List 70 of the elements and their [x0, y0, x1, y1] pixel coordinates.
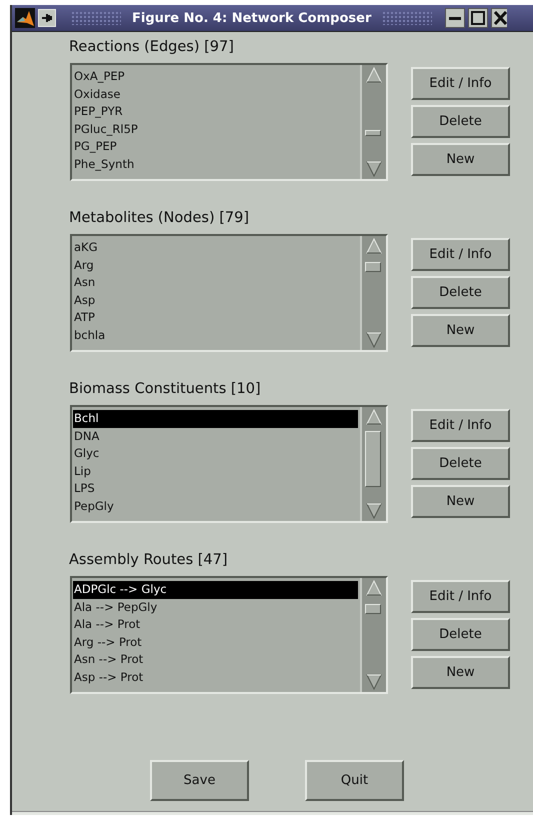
list-item[interactable]: Ala --> PepGly [73, 598, 358, 616]
list-item[interactable]: ADPGlc --> Glyc [73, 581, 358, 598]
edit-info-button[interactable]: Edit / Info [411, 238, 510, 271]
new-button[interactable]: New [411, 143, 510, 176]
list-item[interactable]: OxA_PEP [73, 68, 358, 86]
scroll-thumb[interactable] [365, 604, 381, 614]
edit-info-button[interactable]: Edit / Info [411, 67, 510, 100]
scroll-down-icon[interactable] [364, 673, 384, 691]
delete-button[interactable]: Delete [411, 276, 510, 309]
edit-info-button[interactable]: Edit / Info [411, 409, 510, 442]
list-item[interactable]: bchla [73, 326, 358, 344]
pin-icon[interactable] [38, 9, 56, 27]
scrollbar[interactable] [360, 65, 386, 179]
list-item[interactable]: Ala --> Prot [73, 616, 358, 634]
scroll-up-icon[interactable] [364, 579, 384, 597]
new-button[interactable]: New [411, 314, 510, 347]
list-item[interactable]: Asn --> Prot [73, 651, 358, 668]
list-item[interactable]: Arg --> Prot [73, 634, 358, 651]
list-box[interactable]: Bchl DNA Glyc Lip LPS PepGly [70, 405, 388, 523]
delete-button[interactable]: Delete [411, 618, 510, 651]
grip-pattern[interactable] [71, 11, 121, 25]
list-item[interactable]: Oxidase [73, 86, 358, 103]
scroll-down-icon[interactable] [364, 331, 384, 349]
close-icon[interactable] [491, 8, 508, 28]
new-button[interactable]: New [411, 485, 510, 518]
list-item[interactable]: PepGly [73, 498, 358, 515]
app-logo-icon[interactable] [15, 8, 35, 28]
scroll-down-icon[interactable] [364, 160, 384, 178]
list-item[interactable]: Asn [73, 274, 358, 292]
list-item[interactable]: Asp [73, 292, 358, 309]
scrollbar[interactable] [360, 407, 386, 521]
list-item[interactable]: PGluc_Rl5P [73, 120, 358, 138]
new-button[interactable]: New [411, 656, 510, 689]
scrollbar[interactable] [360, 578, 386, 692]
maximize-icon[interactable] [468, 8, 488, 28]
section-title: Assembly Routes [47] [68, 551, 229, 570]
list-item[interactable]: PEP_PYR [73, 103, 358, 120]
edit-info-button[interactable]: Edit / Info [411, 580, 510, 613]
list-item[interactable]: Arg [73, 256, 358, 274]
scroll-up-icon[interactable] [364, 237, 384, 255]
list-item[interactable]: Lip [73, 462, 358, 480]
list-item[interactable]: Phe_Synth [73, 156, 358, 173]
list-item[interactable]: Bchl [73, 410, 358, 428]
section-title: Metabolites (Nodes) [79] [68, 209, 250, 228]
section-title: Reactions (Edges) [97] [68, 38, 235, 57]
list-item[interactable]: LPS [73, 480, 358, 498]
window-title: Figure No. 4: Network Composer [132, 10, 372, 26]
list-item[interactable]: DNA [73, 428, 358, 445]
scroll-up-icon[interactable] [364, 408, 384, 426]
list-box[interactable]: aKG Arg Asn Asp ATP bchla [70, 234, 388, 352]
minimize-icon[interactable] [445, 8, 466, 28]
scroll-thumb[interactable] [365, 431, 381, 487]
scroll-up-icon[interactable] [364, 66, 384, 84]
scrollbar[interactable] [360, 236, 386, 350]
scroll-down-icon[interactable] [364, 502, 384, 520]
quit-button[interactable]: Quit [305, 760, 404, 801]
list-item[interactable]: PG_PEP [73, 138, 358, 156]
scroll-thumb[interactable] [365, 130, 381, 136]
list-item[interactable]: Asp --> Prot [73, 668, 358, 686]
scroll-thumb[interactable] [365, 262, 381, 272]
grip-pattern[interactable] [382, 11, 432, 25]
list-item[interactable]: aKG [73, 239, 358, 256]
section-title: Biomass Constituents [10] [68, 380, 262, 399]
list-box[interactable]: OxA_PEP Oxidase PEP_PYR PGluc_Rl5P PG_PEP Phe_Synth [70, 63, 388, 181]
delete-button[interactable]: Delete [411, 447, 510, 480]
save-button[interactable]: Save [150, 760, 249, 801]
list-item[interactable]: ATP [73, 309, 358, 326]
list-item[interactable]: Glyc [73, 445, 358, 462]
delete-button[interactable]: Delete [411, 105, 510, 138]
list-box[interactable]: ADPGlc --> Glyc Ala --> PepGly Ala --> Prot Arg --> Prot Asn --> Prot Asp --> Prot [70, 576, 388, 694]
